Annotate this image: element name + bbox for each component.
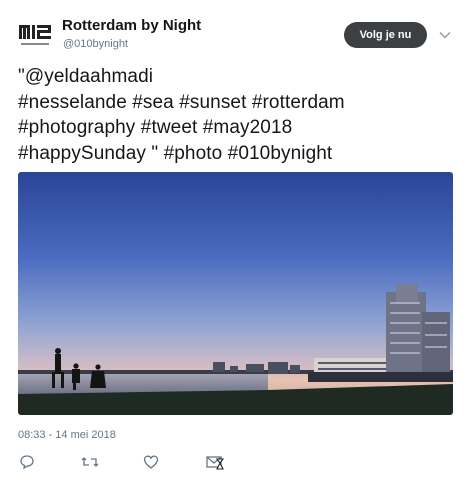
heart-icon[interactable] [142, 453, 162, 471]
avatar[interactable] [17, 20, 53, 56]
tweet-line[interactable]: #nesselande #sea #sunset #rotterdam [18, 90, 458, 116]
tweet-line[interactable]: #photography #tweet #may2018 [18, 115, 458, 141]
user-handle[interactable]: @010bynight [63, 38, 128, 50]
tweet-header: Rotterdam by Night @010bynight Volg je n… [0, 0, 475, 62]
follow-button[interactable]: Volg je nu [344, 22, 427, 48]
retweet-icon[interactable] [80, 453, 100, 471]
tweet-text: "@yeldaahmadi #nesselande #sea #sunset #… [18, 64, 458, 166]
tweet-photo[interactable] [18, 172, 453, 415]
envelope-icon[interactable] [205, 453, 225, 471]
display-name[interactable]: Rotterdam by Night [62, 17, 201, 34]
tweet-line[interactable]: "@yeldaahmadi [18, 64, 458, 90]
chevron-down-icon[interactable] [438, 28, 452, 42]
comment-icon[interactable] [18, 453, 38, 471]
action-bar [0, 450, 475, 474]
tweet-line[interactable]: #happySunday " #photo #010bynight [18, 141, 458, 167]
timestamp[interactable]: 08:33 - 14 mei 2018 [18, 429, 116, 441]
